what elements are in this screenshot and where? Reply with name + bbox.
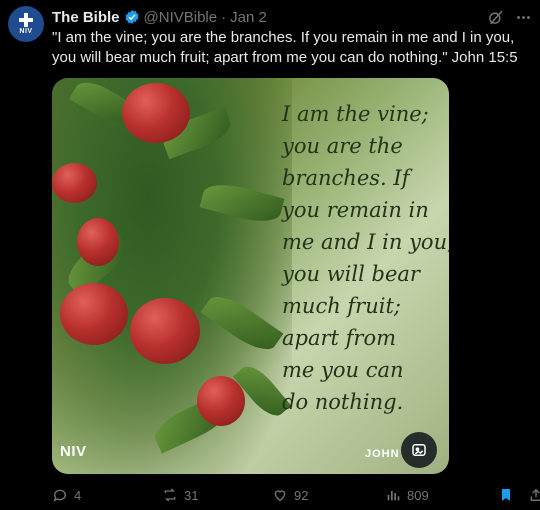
- share-icon: [530, 488, 540, 501]
- like-count: 92: [294, 487, 309, 503]
- action-bar: 4 31 92 809: [52, 485, 540, 505]
- separator: ·: [221, 8, 227, 26]
- post-media-image[interactable]: I am the vine; you are the branches. If …: [52, 78, 449, 474]
- repost-icon: [164, 488, 176, 502]
- share-button[interactable]: [528, 487, 540, 503]
- niv-logo: NIV: [60, 443, 87, 460]
- verse-reference: JOHN: [365, 448, 400, 460]
- post-header: The Bible @NIVBible · Jan 2: [52, 7, 267, 27]
- author-handle[interactable]: @NIVBible: [144, 9, 218, 26]
- verse-line: I am the vine;: [282, 102, 429, 126]
- repost-button[interactable]: 31: [162, 487, 198, 503]
- verse-line: me you can: [282, 358, 404, 382]
- verse-line: apart from: [282, 326, 397, 350]
- apple: [52, 163, 97, 203]
- verse-line: you will bear: [282, 262, 420, 286]
- post-top-icons: [486, 8, 532, 26]
- repost-count: 31: [184, 487, 199, 503]
- reply-count: 4: [74, 487, 82, 503]
- verse-line: do nothing.: [282, 390, 404, 414]
- avatar[interactable]: NIV: [8, 6, 44, 42]
- verified-badge-icon: [125, 10, 138, 24]
- apple: [77, 218, 119, 266]
- verse-line: much fruit;: [282, 294, 401, 318]
- more-icon[interactable]: [514, 8, 532, 26]
- cross-icon: [19, 13, 33, 27]
- views-icon: [387, 491, 400, 501]
- verse-line: you are the: [282, 134, 403, 158]
- views-button[interactable]: 809: [385, 487, 429, 503]
- author-name[interactable]: The Bible: [52, 9, 120, 26]
- bookmark-icon: [502, 489, 510, 501]
- like-button[interactable]: 92: [272, 487, 308, 503]
- reply-icon: [53, 489, 66, 502]
- apple: [122, 83, 190, 143]
- grok-icon[interactable]: [486, 8, 504, 26]
- avatar-label: NIV: [19, 28, 33, 35]
- apple: [60, 283, 128, 345]
- post-date[interactable]: Jan 2: [230, 9, 267, 26]
- bookmark-button[interactable]: [498, 487, 514, 503]
- verse-line: branches. If: [282, 166, 410, 190]
- tweet-post[interactable]: NIV The Bible @NIVBible · Jan 2 "I am th…: [0, 0, 540, 510]
- views-count: 809: [407, 487, 429, 503]
- heart-icon: [274, 490, 286, 502]
- verse-line: me and I in you,: [282, 230, 449, 254]
- post-text: "I am the vine; you are the branches. If…: [52, 29, 518, 66]
- image-alt-icon[interactable]: [401, 432, 437, 468]
- apple: [130, 298, 200, 364]
- verse-quote: I am the vine; you are the branches. If …: [282, 98, 449, 418]
- verse-line: you remain in: [282, 198, 429, 222]
- apple: [197, 376, 245, 426]
- reply-button[interactable]: 4: [52, 487, 81, 503]
